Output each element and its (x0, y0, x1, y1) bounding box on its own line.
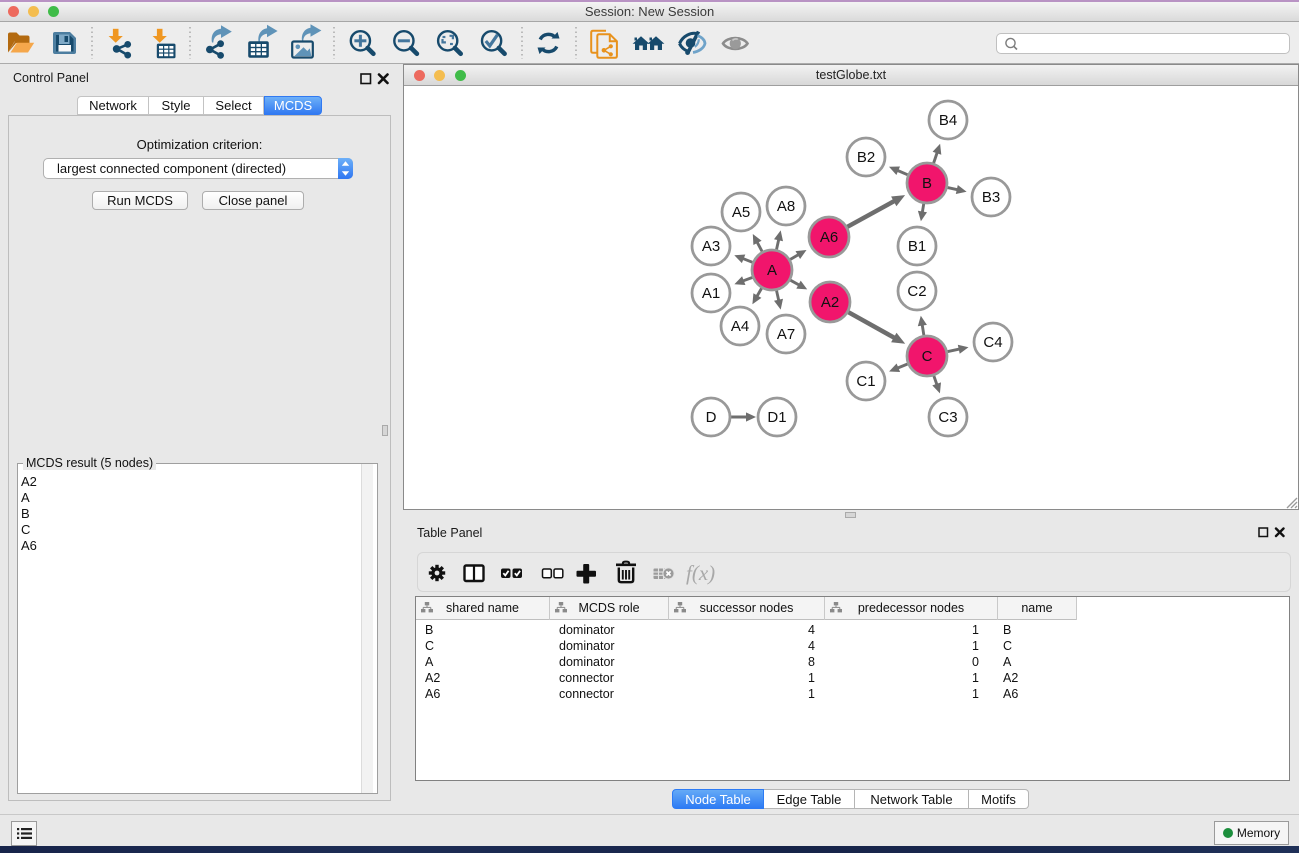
svg-text:A3: A3 (702, 238, 720, 255)
svg-text:A7: A7 (777, 326, 795, 343)
svg-text:A8: A8 (777, 198, 795, 215)
svg-text:C1: C1 (856, 373, 875, 390)
svg-text:B: B (922, 175, 932, 192)
svg-text:C2: C2 (907, 283, 926, 300)
svg-text:B1: B1 (908, 238, 926, 255)
svg-text:A1: A1 (702, 285, 720, 302)
svg-text:f(x): f(x) (686, 561, 715, 585)
svg-text:A4: A4 (731, 318, 749, 335)
svg-text:D1: D1 (767, 409, 786, 426)
svg-text:A5: A5 (732, 204, 750, 221)
svg-text:B4: B4 (939, 112, 957, 129)
svg-text:A2: A2 (821, 294, 839, 311)
svg-text:B2: B2 (857, 149, 875, 166)
svg-text:D: D (706, 409, 717, 426)
svg-text:B3: B3 (982, 189, 1000, 206)
svg-text:C4: C4 (983, 334, 1002, 351)
svg-text:C3: C3 (938, 409, 957, 426)
svg-text:C: C (922, 348, 933, 365)
svg-text:A6: A6 (820, 229, 838, 246)
svg-text:A: A (767, 262, 777, 279)
